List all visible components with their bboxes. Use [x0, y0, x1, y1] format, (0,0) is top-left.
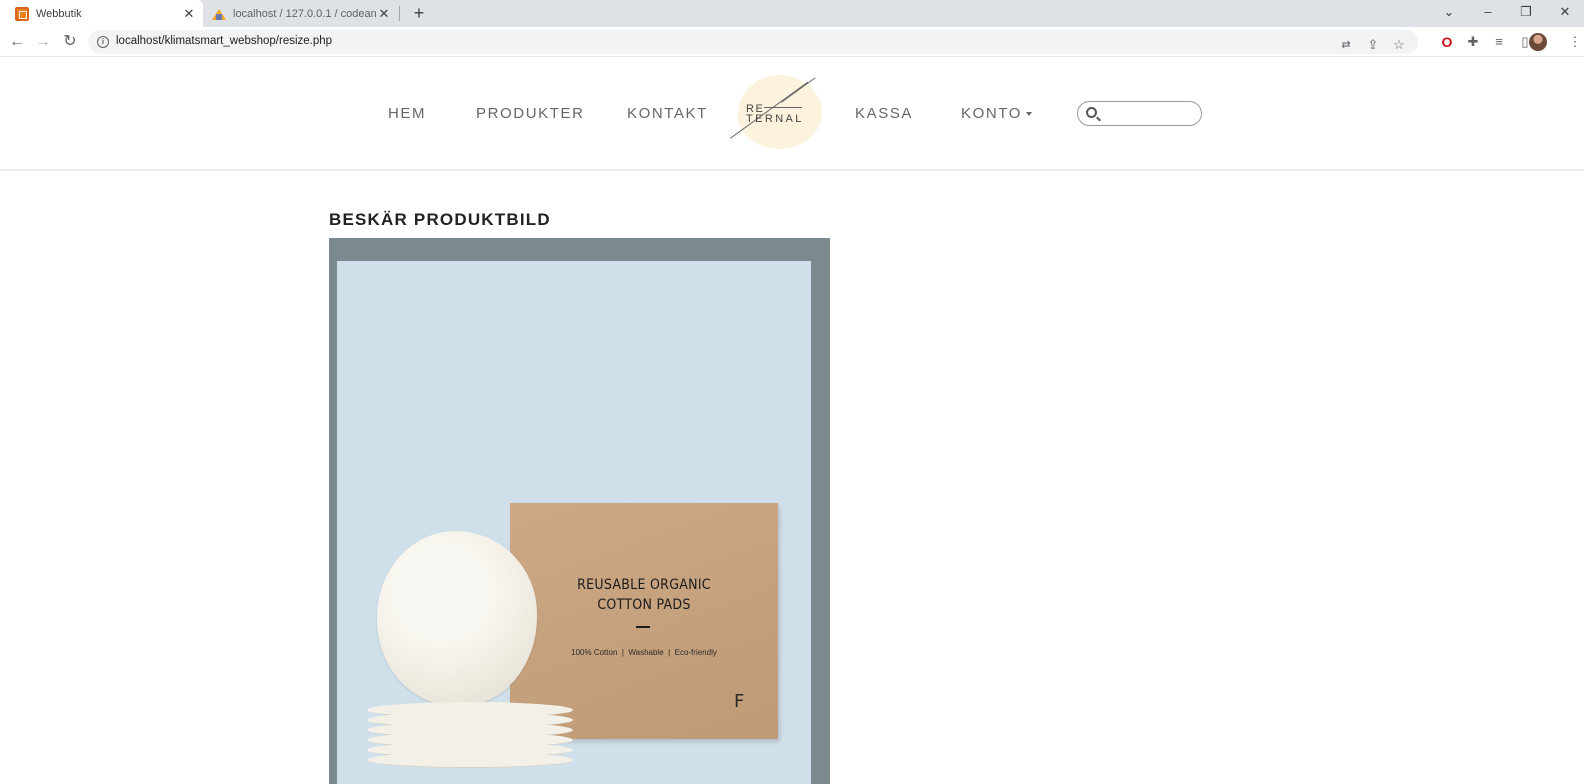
close-icon[interactable]: ✕ — [181, 6, 197, 22]
nav-konto-dropdown[interactable]: KONTO — [961, 105, 1033, 122]
forward-icon[interactable]: → — [33, 32, 53, 52]
new-tab-button[interactable]: + — [409, 3, 429, 23]
address-bar[interactable]: i localhost/klimatsmart_webshop/resize.p… — [88, 30, 1418, 54]
tab-separator — [399, 6, 400, 21]
url-text[interactable]: localhost/klimatsmart_webshop/resize.php — [116, 35, 332, 47]
site-header: HEM PRODUKTER KONTAKT RE TERNAL KASSA KO… — [0, 58, 1584, 171]
minimize-button[interactable]: – — [1469, 0, 1507, 27]
search-input[interactable] — [1077, 101, 1202, 126]
logo-bar — [764, 107, 802, 108]
search-icon — [1086, 107, 1097, 118]
logo-text-bottom: TERNAL — [746, 113, 804, 125]
box-title-line2: COTTON PADS — [597, 597, 691, 613]
box-dash — [636, 626, 650, 628]
cotton-pad-stack — [367, 702, 573, 772]
box-brand-mark: F — [734, 691, 745, 712]
tab-title: localhost / 127.0.0.1 / codeanyw — [233, 7, 376, 20]
menu-icon[interactable]: ⋮ — [1566, 33, 1584, 51]
nav-hem[interactable]: HEM — [388, 105, 426, 122]
product-image[interactable]: REUSABLE ORGANIC COTTON PADS 100% Cotton… — [337, 261, 811, 784]
share-icon[interactable]: ⇪ — [1364, 36, 1382, 54]
browser-toolbar: ← → ↻ i localhost/klimatsmart_webshop/re… — [0, 27, 1584, 57]
nav-kassa[interactable]: KASSA — [855, 105, 913, 122]
opera-icon[interactable]: O — [1438, 33, 1456, 51]
box-title: REUSABLE ORGANIC COTTON PADS — [523, 575, 764, 615]
phpmyadmin-favicon-icon — [212, 7, 226, 21]
tab-phpmyadmin[interactable]: localhost / 127.0.0.1 / codeanyw ✕ — [203, 0, 398, 27]
restore-button[interactable]: ❐ — [1507, 0, 1545, 27]
caret-down-icon — [1026, 112, 1033, 117]
tab-title: Webbutik — [36, 7, 82, 20]
box-title-line1: REUSABLE ORGANIC — [577, 577, 711, 593]
reading-list-icon[interactable]: ≡ — [1490, 33, 1508, 51]
tab-search-icon[interactable]: ⌄ — [1430, 0, 1468, 27]
tab-webbutik[interactable]: Webbutik ✕ — [0, 0, 203, 27]
box-tags: 100% Cotton | Washable | Eco-friendly — [571, 648, 717, 657]
nav-kontakt[interactable]: KONTAKT — [627, 105, 708, 122]
page-title: BESKÄR PRODUKTBILD — [329, 210, 551, 229]
info-icon[interactable]: i — [97, 36, 109, 48]
avatar[interactable] — [1529, 33, 1547, 51]
translate-icon[interactable]: ⇄ — [1337, 36, 1355, 54]
bookmark-star-icon[interactable]: ☆ — [1390, 36, 1408, 54]
reload-icon[interactable]: ↻ — [60, 32, 80, 52]
nav-produkter[interactable]: PRODUKTER — [476, 105, 585, 122]
xampp-favicon-icon — [15, 6, 29, 21]
close-icon[interactable]: ✕ — [376, 6, 392, 22]
nav-konto-label: KONTO — [961, 105, 1023, 122]
tab-strip: Webbutik ✕ localhost / 127.0.0.1 / codea… — [0, 0, 1584, 27]
cotton-pad — [377, 531, 537, 706]
logo[interactable]: RE TERNAL — [728, 72, 824, 152]
close-window-button[interactable]: ✕ — [1546, 0, 1584, 27]
extensions-icon[interactable]: ✚ — [1464, 33, 1482, 51]
back-icon[interactable]: ← — [7, 32, 27, 52]
